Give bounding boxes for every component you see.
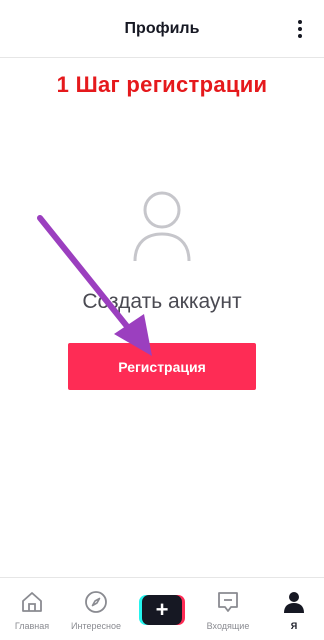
tab-home-label: Главная [14,621,50,631]
create-button[interactable]: + [139,595,185,625]
user-avatar-icon [132,190,192,262]
tab-home[interactable]: Главная [0,578,64,640]
tab-discover[interactable]: Интересное [64,578,128,640]
tab-inbox[interactable]: Входящие [196,578,260,640]
register-button[interactable]: Регистрация [68,343,256,390]
tab-inbox-label: Входящие [206,621,250,631]
tab-discover-label: Интересное [71,621,121,631]
tab-profile-label: Я [290,621,298,631]
compass-icon [85,591,107,613]
home-icon [22,592,42,612]
page-title: Профиль [124,20,200,37]
more-options-icon[interactable] [294,20,306,42]
bottom-tab-bar: Главная Интересное + Входящие Я [0,577,324,639]
tab-profile[interactable]: Я [262,578,324,640]
inbox-icon [218,592,238,612]
create-account-label: Создать аккаунт [82,290,242,313]
profile-icon [284,592,304,613]
plus-icon: + [142,595,182,625]
top-bar: Профиль [0,0,324,58]
step-annotation: 1 Шаг регистрации [56,72,268,97]
